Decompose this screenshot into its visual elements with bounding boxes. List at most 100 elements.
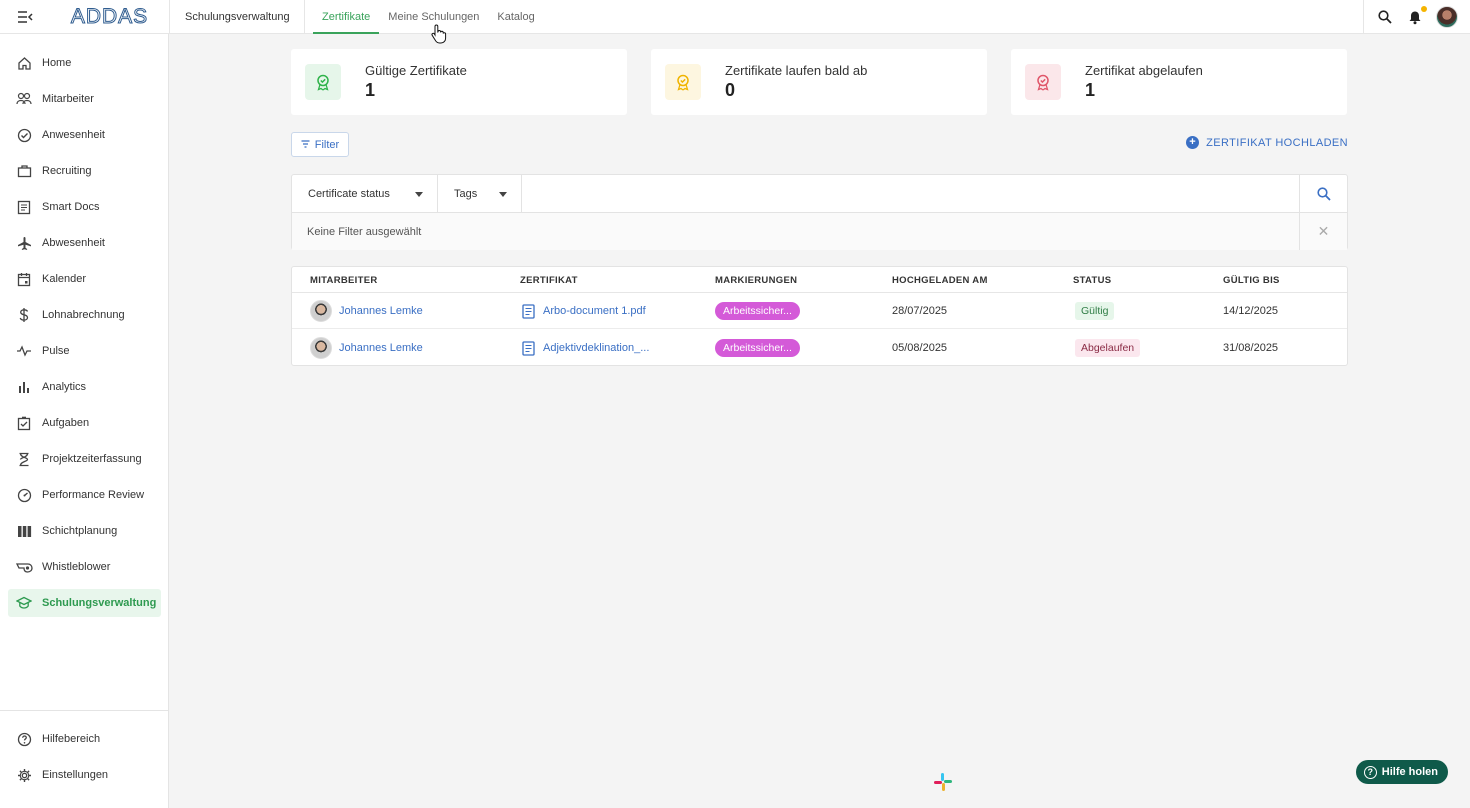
search-input[interactable] [522, 175, 1299, 213]
stat-value: 1 [365, 80, 376, 100]
sidebar-item-schulungsverwaltung[interactable]: Schulungsverwaltung [8, 589, 161, 617]
table-header: MITARBEITER ZERTIFIKAT MARKIERUNGEN HOCH… [292, 267, 1347, 293]
whistle-icon [15, 558, 33, 576]
active-filters-row: Keine Filter ausgewählt ✕ [292, 213, 1347, 250]
sidebar-item-lohnabrechnung[interactable]: Lohnabrechnung [8, 301, 161, 329]
caret-down-icon [415, 191, 423, 197]
sidebar-item-kalender[interactable]: Kalender [8, 265, 161, 293]
tags-dropdown[interactable]: Tags [438, 175, 522, 213]
employee-link[interactable]: Johannes Lemke [339, 342, 423, 354]
briefcase-icon [15, 162, 33, 180]
certificate-cell: Adjektivdeklination_... [522, 330, 649, 366]
tag-pill[interactable]: Arbeitssicher... [715, 339, 800, 357]
column-header[interactable]: MITARBEITER [310, 275, 378, 286]
pulse-icon [15, 342, 33, 360]
settings-gear-icon [15, 766, 33, 784]
column-header[interactable]: ZERTIFIKAT [520, 275, 578, 286]
sidebar-item-home[interactable]: Home [8, 49, 161, 77]
employee-cell: Johannes Lemke [310, 293, 423, 329]
sidebar-item-label: Recruiting [42, 165, 92, 177]
sidebar-item-label: Schichtplanung [42, 525, 118, 537]
tag-pill[interactable]: Arbeitssicher... [715, 302, 800, 320]
sidebar-item-smart-docs[interactable]: Smart Docs [8, 193, 161, 221]
document-icon [522, 340, 535, 356]
bar-chart-icon [15, 378, 33, 396]
expired-certificate-icon [1025, 64, 1061, 100]
filter-button[interactable]: Filter [291, 132, 349, 157]
caret-down-icon [499, 191, 507, 197]
status-cell: Abgelaufen [1075, 330, 1141, 366]
sidebar: Home Mitarbeiter Anwesenheit Recruiting … [0, 34, 169, 808]
sidebar-item-label: Kalender [42, 273, 87, 285]
certificate-status-dropdown[interactable]: Certificate status [292, 175, 438, 213]
sidebar-item-label: Abwesenheit [42, 237, 105, 249]
sidebar-item-performance-review[interactable]: Performance Review [8, 481, 161, 509]
sidebar-item-aufgaben[interactable]: Aufgaben [8, 409, 161, 437]
sidebar-item-schichtplanung[interactable]: Schichtplanung [8, 517, 161, 545]
search-button[interactable] [1299, 175, 1347, 213]
user-avatar[interactable] [1436, 6, 1458, 28]
people-icon [15, 90, 33, 108]
help-button[interactable]: ? Hilfe holen [1355, 760, 1448, 784]
stat-value: 1 [1085, 80, 1096, 100]
filter-panel: Certificate status Tags Keine Filter aus… [291, 174, 1348, 250]
search-icon [1316, 187, 1331, 201]
sidebar-item-mitarbeiter[interactable]: Mitarbeiter [8, 85, 161, 113]
sidebar-item-projektzeiterfassung[interactable]: Projektzeiterfassung [8, 445, 161, 473]
sidebar-item-label: Analytics [42, 381, 87, 393]
sidebar-item-einstellungen[interactable]: Einstellungen [8, 761, 161, 789]
stat-card-expired: Zertifikat abgelaufen 1 [1011, 49, 1347, 115]
sidebar-item-analytics[interactable]: Analytics [8, 373, 161, 401]
sidebar-item-label: Anwesenheit [42, 129, 105, 141]
uploaded-date: 05/08/2025 [892, 342, 948, 354]
status-badge: Gültig [1075, 302, 1115, 320]
filter-row: Certificate status Tags [292, 175, 1347, 213]
status-cell: Gültig [1075, 293, 1115, 329]
no-filter-text: Keine Filter ausgewählt [307, 225, 422, 238]
check-badge-icon [15, 126, 33, 144]
employee-cell: Johannes Lemke [310, 330, 423, 366]
sidebar-item-label: Home [42, 57, 72, 69]
sidebar-item-abwesenheit[interactable]: Abwesenheit [8, 229, 161, 257]
column-header[interactable]: HOCHGELADEN AM [892, 275, 988, 286]
table-row[interactable]: Johannes Lemke Arbo-document 1.pdf Arbei… [292, 293, 1347, 329]
sidebar-item-whistleblower[interactable]: Whistleblower [8, 553, 161, 581]
column-header[interactable]: STATUS [1073, 275, 1111, 286]
search-icon[interactable] [1376, 8, 1394, 26]
notification-bell-icon[interactable] [1406, 6, 1427, 26]
table-row[interactable]: Johannes Lemke Adjektivdeklination_... A… [292, 330, 1347, 366]
help-circle-icon [15, 730, 33, 748]
plus-circle-icon: + [1186, 136, 1200, 149]
tab-katalog[interactable]: Katalog [488, 0, 543, 34]
column-header[interactable]: MARKIERUNGEN [715, 275, 797, 286]
top-right-actions [1363, 0, 1470, 34]
stat-card-valid: Gültige Zertifikate 1 [291, 49, 627, 115]
slack-icon[interactable] [931, 770, 955, 794]
sidebar-item-pulse[interactable]: Pulse [8, 337, 161, 365]
sidebar-item-label: Smart Docs [42, 201, 100, 213]
dropdown-label: Tags [454, 188, 478, 200]
sidebar-item-label: Projektzeiterfassung [42, 453, 142, 465]
tab-zertifikate[interactable]: Zertifikate [313, 0, 380, 34]
certificates-table: MITARBEITER ZERTIFIKAT MARKIERUNGEN HOCH… [291, 266, 1348, 366]
menu-collapse-icon[interactable] [0, 0, 50, 34]
hourglass-icon [15, 450, 33, 468]
app-logo[interactable]: ADDAS [50, 0, 170, 34]
sidebar-item-label: Pulse [42, 345, 70, 357]
column-header[interactable]: GÜLTIG BIS [1223, 275, 1280, 286]
sidebar-item-label: Einstellungen [42, 769, 109, 781]
certificate-link[interactable]: Adjektivdeklination_... [543, 342, 649, 354]
certificate-link[interactable]: Arbo-document 1.pdf [543, 305, 646, 317]
valid-certificate-icon [305, 64, 341, 100]
sidebar-item-label: Performance Review [42, 489, 145, 501]
sidebar-item-hilfebereich[interactable]: Hilfebereich [8, 725, 161, 753]
sidebar-item-label: Hilfebereich [42, 733, 101, 745]
sidebar-item-anwesenheit[interactable]: Anwesenheit [8, 121, 161, 149]
upload-certificate-button[interactable]: + ZERTIFIKAT HOCHLADEN [1186, 136, 1348, 149]
sidebar-item-recruiting[interactable]: Recruiting [8, 157, 161, 185]
employee-link[interactable]: Johannes Lemke [339, 305, 423, 317]
clear-filters-button[interactable]: ✕ [1299, 213, 1347, 250]
sidebar-item-label: Schulungsverwaltung [42, 597, 157, 609]
avatar [310, 300, 332, 322]
sidebar-item-label: Aufgaben [42, 417, 90, 429]
